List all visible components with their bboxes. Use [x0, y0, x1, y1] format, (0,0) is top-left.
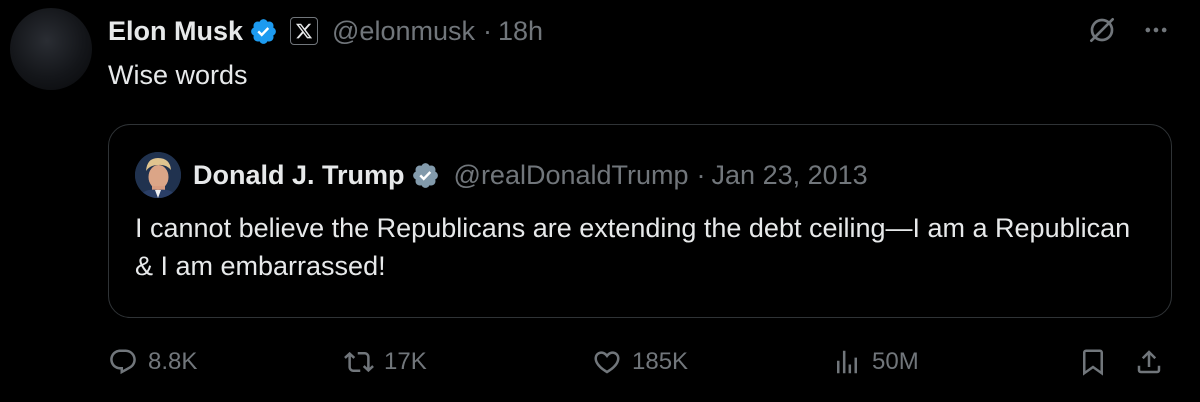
tweet-actions: 8.8K 17K 185K 50M [108, 340, 1172, 384]
like-button[interactable]: 185K [592, 340, 688, 384]
share-icon [1134, 347, 1164, 377]
tweet-text: Wise words [108, 60, 248, 90]
reply-count: 8.8K [148, 348, 198, 375]
views-icon [832, 347, 862, 377]
bookmark-button[interactable] [1078, 340, 1108, 384]
quoted-date[interactable]: Jan 23, 2013 [712, 160, 868, 191]
quoted-avatar[interactable] [135, 152, 181, 198]
repost-button[interactable]: 17K [344, 340, 427, 384]
avatar[interactable] [10, 8, 92, 90]
more-icon[interactable] [1142, 16, 1170, 44]
quoted-meta-separator: · [696, 159, 706, 190]
share-button[interactable] [1134, 340, 1164, 384]
quoted-text: I cannot believe the Republicans are ext… [135, 213, 1131, 281]
meta-separator: · [482, 15, 492, 46]
quoted-verified-badge-icon[interactable] [411, 161, 440, 190]
quoted-tweet[interactable]: Donald J. Trump @realDonaldTrump · Jan 2… [108, 124, 1172, 318]
repost-count: 17K [384, 348, 427, 375]
tweet-top-actions [1086, 14, 1170, 46]
bookmark-icon [1078, 347, 1108, 377]
like-count: 185K [632, 348, 689, 375]
author-name[interactable]: Elon Musk [108, 16, 243, 47]
quoted-header: Donald J. Trump @realDonaldTrump · Jan 2… [135, 152, 868, 198]
verified-badge-icon[interactable] [249, 17, 278, 46]
tweet-header: Elon Musk @elonmusk · 18h [108, 12, 543, 50]
reply-icon [108, 347, 138, 377]
views-button[interactable]: 50M [832, 340, 919, 384]
quoted-author-handle[interactable]: @realDonaldTrump [454, 160, 689, 191]
author-handle[interactable]: @elonmusk [332, 16, 475, 47]
tweet-time[interactable]: 18h [498, 16, 543, 47]
x-logo-icon[interactable] [290, 17, 319, 45]
repost-icon [344, 347, 374, 377]
quoted-author-name[interactable]: Donald J. Trump [193, 160, 405, 191]
grok-icon[interactable] [1086, 14, 1118, 46]
reply-button[interactable]: 8.8K [108, 340, 197, 384]
views-count: 50M [872, 348, 919, 375]
heart-icon [592, 347, 622, 377]
